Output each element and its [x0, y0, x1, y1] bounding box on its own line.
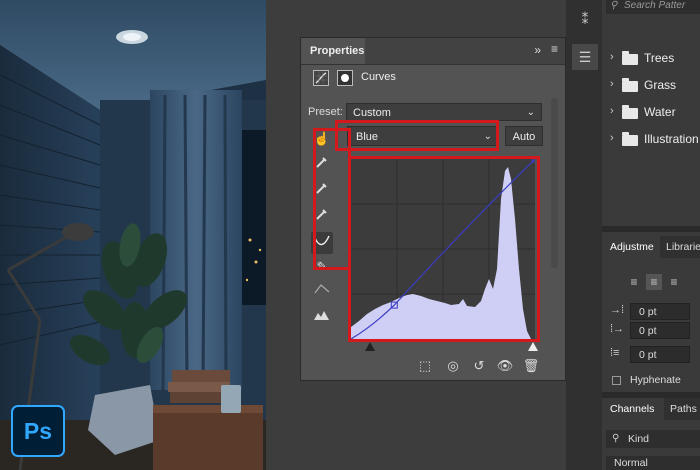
smooth-curve-icon[interactable]: [311, 280, 333, 302]
first-line-indent-input[interactable]: 0 pt: [630, 322, 690, 339]
kind-label: Kind: [628, 433, 650, 445]
paragraph-align-row: ≡ ≡ ≡: [622, 272, 692, 294]
folder-icon: [622, 105, 638, 119]
clipping-warning-icon[interactable]: [311, 306, 333, 328]
folder-label: Illustration: [644, 132, 699, 146]
space-after-row: ⁞≡ 0 pt: [608, 346, 700, 364]
properties-bottom-toolbar: ⬚ ◎ ↺ 👁 🗑: [411, 356, 551, 376]
adjustments-tab-row: Adjustme Librarie: [602, 236, 700, 258]
character-panel-icon[interactable]: ⁑: [572, 6, 598, 32]
search-placeholder: Search Patter: [624, 0, 686, 11]
hyphenate-label: Hyphenate: [630, 374, 681, 386]
delete-adjustment-icon[interactable]: 🗑: [521, 356, 541, 376]
align-center-icon[interactable]: ≡: [646, 274, 662, 290]
hyphenate-checkbox[interactable]: [612, 376, 621, 385]
chevron-down-icon: ⌄: [526, 107, 535, 118]
chevron-right-icon: ›: [610, 51, 614, 63]
search-icon: ⚲: [612, 433, 620, 444]
space-after-input[interactable]: 0 pt: [630, 346, 690, 363]
curves-adjustment-icon[interactable]: [313, 70, 329, 86]
pattern-folder-trees[interactable]: › Trees: [608, 48, 700, 70]
search-icon: ⚲: [610, 0, 618, 11]
indent-left-row: →⁞ 0 pt: [608, 303, 700, 321]
patterns-search-input[interactable]: ⚲ Search Patter: [606, 0, 700, 14]
toggle-visibility-icon[interactable]: 👁: [495, 356, 515, 376]
double-chevron-right-icon[interactable]: »: [534, 43, 541, 57]
folder-label: Trees: [644, 51, 675, 65]
hyphenate-option[interactable]: Hyphenate: [612, 374, 700, 388]
align-left-icon[interactable]: ≡: [626, 274, 642, 290]
folder-icon: [622, 78, 638, 92]
first-line-indent-row: ⁞→ 0 pt: [608, 322, 700, 340]
folder-icon: [622, 51, 638, 65]
panel-icon-strip: ⁑ ☰: [566, 0, 602, 470]
clip-to-layer-icon[interactable]: ⬚: [415, 356, 435, 376]
first-line-indent-icon: ⁞→: [610, 323, 625, 335]
preset-dropdown[interactable]: Custom ⌄: [346, 103, 542, 121]
black-point-slider[interactable]: [365, 342, 375, 351]
chevron-right-icon: ›: [610, 78, 614, 90]
hamburger-menu-icon[interactable]: ≡: [551, 42, 558, 56]
pattern-folder-illustration[interactable]: › Illustration: [608, 129, 700, 151]
preset-value: Custom: [353, 107, 391, 119]
view-previous-state-icon[interactable]: ◎: [443, 356, 463, 376]
blend-mode-dropdown[interactable]: Normal: [606, 456, 700, 470]
photoshop-logo: Ps: [11, 405, 65, 457]
tab-properties[interactable]: Properties: [301, 38, 365, 64]
align-right-icon[interactable]: ≡: [666, 274, 682, 290]
channels-tab-row: Channels Paths: [602, 398, 700, 420]
graph-highlight-box: [348, 156, 540, 342]
panel-divider: [602, 226, 700, 232]
panel-scrollbar[interactable]: [551, 98, 558, 268]
properties-tab-bar: Properties » ≡: [301, 38, 565, 65]
space-after-icon: ⁞≡: [610, 347, 620, 359]
tab-channels[interactable]: Channels: [602, 398, 664, 420]
document-canvas-photo[interactable]: [0, 0, 266, 470]
layer-filter-kind-dropdown[interactable]: ⚲ Kind: [606, 430, 700, 448]
folder-icon: [622, 132, 638, 146]
indent-left-input[interactable]: 0 pt: [630, 303, 690, 320]
auto-button[interactable]: Auto: [505, 126, 543, 146]
pattern-folder-water[interactable]: › Water: [608, 102, 700, 124]
chevron-right-icon: ›: [610, 132, 614, 144]
adjustment-header: Curves: [309, 70, 509, 92]
layer-mask-icon[interactable]: [337, 70, 353, 86]
tools-highlight-box: [313, 128, 351, 270]
white-point-slider[interactable]: [528, 342, 538, 351]
folder-label: Grass: [644, 78, 677, 92]
blend-mode-value: Normal: [614, 457, 648, 469]
indent-left-icon: →⁞: [610, 304, 625, 316]
channel-highlight-box: [335, 120, 499, 151]
tab-paths[interactable]: Paths: [664, 398, 700, 420]
room-photo: [0, 0, 266, 470]
reset-adjustment-icon[interactable]: ↺: [469, 356, 489, 376]
folder-label: Water: [644, 105, 676, 119]
properties-sliders-icon[interactable]: ☰: [572, 44, 598, 70]
chevron-right-icon: ›: [610, 105, 614, 117]
pattern-folder-grass[interactable]: › Grass: [608, 75, 700, 97]
tab-libraries[interactable]: Librarie: [660, 236, 700, 258]
adjustment-name: Curves: [361, 71, 396, 83]
preset-label: Preset:: [308, 106, 343, 118]
tab-adjustments[interactable]: Adjustme: [602, 236, 660, 258]
